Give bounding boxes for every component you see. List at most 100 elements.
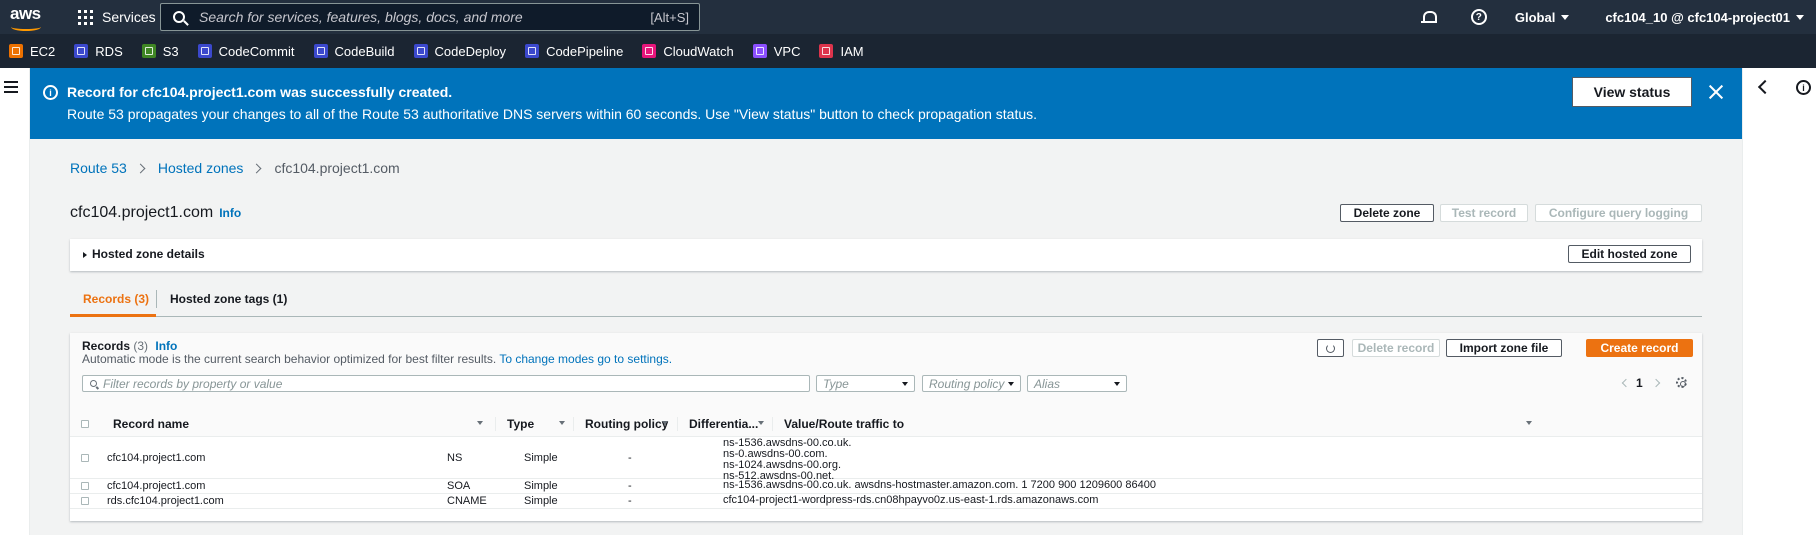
column-divider	[573, 417, 574, 431]
routing-policy-cell: Simple	[524, 495, 558, 507]
view-status-button[interactable]: View status	[1572, 77, 1692, 107]
flash-message: Route 53 propagates your changes to all …	[67, 106, 1038, 122]
create-record-button[interactable]: Create record	[1586, 339, 1693, 357]
sort-icon[interactable]	[559, 421, 565, 425]
table-body: cfc104.project1.com NS Simple - ns-1536.awsd…	[70, 437, 1702, 509]
page-number[interactable]: 1	[1636, 376, 1643, 390]
records-title: Records (3) Info	[82, 339, 178, 353]
record-type-cell: NS	[447, 451, 463, 464]
record-value-cell: cfc104-project1-wordpress-rds.cn08hpayvo…	[723, 495, 1098, 506]
sort-icon[interactable]	[477, 421, 483, 425]
hosted-zone-details-panel[interactable]: Hosted zone details Edit hosted zone	[70, 239, 1702, 271]
routing-policy-select[interactable]: Routing policy	[922, 375, 1021, 392]
codedeploy-service-icon	[413, 44, 428, 58]
sort-icon[interactable]	[1526, 421, 1532, 425]
favorite-iam[interactable]: IAM	[819, 44, 864, 59]
select-all-checkbox[interactable]	[81, 420, 89, 428]
alias-select[interactable]: Alias	[1027, 375, 1127, 392]
tab-divider	[156, 290, 157, 308]
favorite-codebuild[interactable]: CodeBuild	[313, 44, 395, 59]
caret-down-icon	[1008, 382, 1014, 386]
table-row[interactable]: cfc104.project1.com NS Simple - ns-1536.awsd…	[70, 437, 1702, 482]
favorite-ec2[interactable]: EC2	[9, 44, 55, 59]
record-value-cell: ns-1536.awsdns-00.co.uk. awsdns-hostmast…	[723, 480, 1156, 491]
row-checkbox[interactable]	[81, 453, 89, 462]
filter-records-input[interactable]	[103, 376, 703, 391]
bell-icon[interactable]	[1420, 10, 1437, 24]
records-description: Automatic mode is the current search beh…	[82, 352, 673, 366]
page-title: cfc104.project1.com Info	[70, 204, 242, 221]
routing-policy-cell: Simple	[524, 451, 558, 464]
col-routing-policy[interactable]: Routing policy	[585, 417, 668, 431]
services-menu-button[interactable]: Services	[78, 9, 156, 25]
region-selector[interactable]: Global	[1515, 10, 1570, 25]
sort-icon[interactable]	[758, 421, 764, 425]
help-panel-strip: i	[1742, 68, 1816, 535]
tab-hosted-zone-tags[interactable]: Hosted zone tags (1)	[170, 292, 287, 306]
services-label: Services	[102, 9, 156, 25]
row-checkbox[interactable]	[81, 497, 89, 505]
settings-icon[interactable]	[1676, 377, 1687, 388]
hosted-zone-details-label: Hosted zone details	[92, 247, 205, 261]
chevron-right-icon[interactable]	[1651, 378, 1661, 388]
records-info-link[interactable]: Info	[155, 339, 177, 353]
routing-policy-cell: Simple	[524, 480, 558, 492]
column-divider	[495, 417, 496, 431]
import-zone-file-button[interactable]: Import zone file	[1446, 339, 1562, 357]
col-record-name[interactable]: Record name	[113, 417, 189, 431]
aws-logo[interactable]: aws	[8, 2, 52, 32]
global-search[interactable]: [Alt+S]	[160, 3, 700, 31]
favorite-codepipeline[interactable]: CodePipeline	[525, 44, 623, 59]
delete-zone-button[interactable]: Delete zone	[1340, 204, 1434, 222]
change-modes-link[interactable]: To change modes go to settings.	[499, 352, 672, 366]
account-menu[interactable]: cfc104_10 @ cfc104-project01	[1605, 10, 1804, 25]
hamburger-icon[interactable]	[4, 81, 18, 93]
codepipeline-service-icon	[525, 44, 540, 58]
record-type-cell: SOA	[447, 480, 471, 492]
breadcrumb-route53[interactable]: Route 53	[70, 160, 127, 176]
vpc-service-icon	[752, 44, 767, 58]
chevron-left-icon[interactable]	[1621, 378, 1631, 388]
col-differentiator[interactable]: Differentia...	[689, 417, 758, 431]
table-row[interactable]: cfc104.project1.com SOA Simple - ns-1536.aws…	[70, 479, 1702, 494]
record-type-cell: CNAME	[447, 495, 487, 507]
tab-records[interactable]: Records (3)	[83, 292, 149, 306]
differentiator-cell: -	[628, 451, 632, 464]
search-input[interactable]	[199, 9, 619, 25]
row-checkbox[interactable]	[81, 482, 89, 490]
favorite-s3[interactable]: S3	[141, 44, 179, 59]
table-row[interactable]: rds.cfc104.project1.com CNAME Simple - cfc10…	[70, 494, 1702, 509]
close-icon[interactable]	[1708, 84, 1724, 100]
edit-hosted-zone-button[interactable]: Edit hosted zone	[1568, 245, 1691, 263]
chevron-left-icon[interactable]	[1757, 79, 1773, 95]
breadcrumb-hosted-zones[interactable]: Hosted zones	[158, 160, 244, 176]
favorite-codedeploy[interactable]: CodeDeploy	[413, 44, 506, 59]
ec2-service-icon	[9, 44, 23, 58]
chevron-right-icon	[135, 163, 146, 173]
info-link[interactable]: Info	[219, 206, 241, 220]
caret-down-icon	[1796, 14, 1804, 20]
test-record-button[interactable]: Test record	[1440, 204, 1528, 222]
sort-icon[interactable]	[662, 421, 668, 425]
filter-records-field[interactable]	[82, 375, 810, 392]
records-table: Record name Type Routing policy Differen…	[70, 411, 1702, 509]
col-type[interactable]: Type	[507, 417, 534, 431]
type-select[interactable]: Type	[816, 375, 915, 392]
configure-query-logging-button[interactable]: Configure query logging	[1535, 204, 1702, 222]
favorite-codecommit[interactable]: CodeCommit	[197, 44, 295, 59]
caret-down-icon	[902, 382, 908, 386]
breadcrumb-current: cfc104.project1.com	[274, 160, 400, 176]
delete-record-button[interactable]: Delete record	[1352, 339, 1440, 357]
caret-down-icon	[1114, 382, 1120, 386]
col-value[interactable]: Value/Route traffic to	[784, 417, 904, 431]
help-icon[interactable]: ?	[1470, 9, 1487, 25]
favorite-rds[interactable]: RDS	[74, 44, 123, 59]
top-navigation: aws Services [Alt+S] ? Global cfc104_10 …	[0, 0, 1816, 34]
records-container: Records (3) Info Automatic mode is the c…	[70, 333, 1702, 521]
info-icon[interactable]: i	[1796, 80, 1811, 95]
favorite-vpc[interactable]: VPC	[752, 44, 800, 59]
grid-icon	[78, 9, 93, 25]
favorite-cloudwatch[interactable]: CloudWatch	[642, 44, 734, 59]
rds-service-icon	[74, 44, 89, 58]
refresh-button[interactable]	[1317, 339, 1344, 357]
